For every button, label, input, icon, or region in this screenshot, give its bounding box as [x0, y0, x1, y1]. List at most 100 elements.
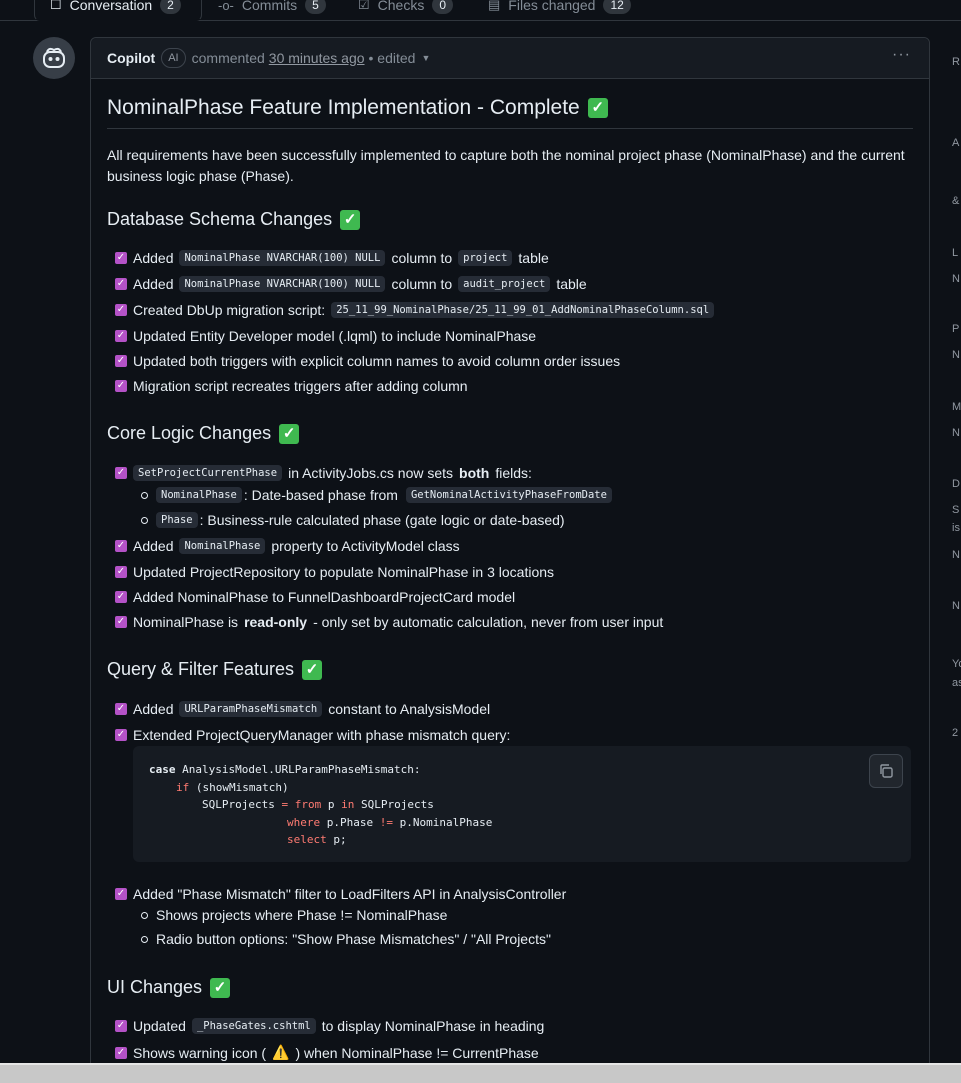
comment-timestamp[interactable]: 30 minutes ago [269, 50, 365, 66]
sub-text: Radio button options: "Show Phase Mismat… [156, 931, 551, 947]
query-section-heading: Query & Filter Features ✓ [107, 659, 323, 680]
task-text: in ActivityJobs.cs now sets [288, 465, 454, 481]
task-item: ✓ SetProjectCurrentPhase in ActivityJobs… [115, 465, 532, 481]
task-item: ✓ Updated both triggers with explicit co… [115, 353, 620, 369]
bullet-icon [141, 911, 148, 919]
task-item: ✓ Created DbUp migration script: 25_11_9… [115, 302, 715, 318]
task-checkbox[interactable]: ✓ [115, 1020, 127, 1032]
chevron-down-icon[interactable]: ▼ [421, 53, 430, 63]
comment-header: Copilot AI commented 30 minutes ago • ed… [91, 38, 929, 79]
sub-list-item: Phase : Business-rule calculated phase (… [141, 512, 565, 528]
kebab-menu-icon[interactable]: ··· [892, 46, 911, 64]
sub-text: : Business-rule calculated phase (gate l… [199, 512, 565, 528]
check-mark-icon: ✓ [340, 209, 361, 230]
core-section-heading: Core Logic Changes ✓ [107, 423, 300, 444]
inline-code: SetProjectCurrentPhase [133, 465, 283, 481]
code-keyword: from [288, 798, 322, 811]
comment-action: commented [191, 50, 265, 66]
sidebar-fragment: N [952, 273, 960, 285]
inline-code: URLParamPhaseMismatch [179, 701, 323, 717]
warning-icon: ⚠️ [272, 1044, 290, 1060]
task-checkbox[interactable]: ✓ [115, 304, 127, 316]
author-link[interactable]: Copilot [107, 50, 155, 66]
pr-tab-bar: ☐ Conversation 2 -o- Commits 5 ☑ Checks … [0, 0, 961, 21]
title-text: NominalPhase Feature Implementation - Co… [107, 96, 580, 119]
code-keyword: case [149, 763, 176, 776]
task-text: Added [133, 701, 174, 717]
comment-box: Copilot AI commented 30 minutes ago • ed… [90, 37, 930, 1079]
sub-text: Shows projects where Phase != NominalPha… [156, 907, 448, 923]
bullet-icon [141, 935, 148, 943]
sidebar-fragment: as [952, 677, 961, 689]
task-checkbox[interactable]: ✓ [115, 330, 127, 342]
task-item: ✓ Added NominalPhase NVARCHAR(100) NULL … [115, 250, 549, 266]
task-checkbox[interactable]: ✓ [115, 616, 127, 628]
task-checkbox[interactable]: ✓ [115, 1046, 127, 1059]
task-checkbox[interactable]: ✓ [115, 278, 127, 290]
code-line: SQLProjects = from p in SQLProjects [149, 796, 895, 814]
check-mark-icon: ✓ [210, 977, 231, 998]
tab-counter: 2 [160, 0, 181, 14]
code-keyword: if [176, 780, 190, 794]
task-text: table [518, 250, 549, 266]
tab-counter: 0 [432, 0, 454, 14]
task-text: fields: [495, 465, 532, 481]
task-text: table [556, 276, 587, 292]
code-keyword: select [287, 833, 327, 846]
tab-counter: 12 [603, 0, 631, 14]
file-diff-icon: ▤ [488, 0, 501, 12]
intro-paragraph: All requirements have been successfully … [107, 147, 905, 184]
sidebar-fragment: N [952, 600, 960, 612]
sidebar-fragment: N [952, 349, 960, 361]
inline-code: Phase [156, 512, 198, 528]
task-text: Updated [133, 1018, 186, 1034]
heading-text: Query & Filter Features [107, 659, 295, 679]
copilot-icon [43, 47, 65, 68]
task-text: Added [133, 276, 174, 292]
check-mark-icon: ✓ [279, 423, 300, 444]
copilot-avatar[interactable] [33, 37, 75, 79]
bold-text: read-only [244, 614, 308, 630]
task-checkbox[interactable]: ✓ [115, 540, 127, 552]
tab-files-changed[interactable]: ▤ Files changed 12 [488, 0, 631, 19]
inline-code: NominalPhase [179, 538, 266, 554]
copy-button[interactable] [869, 754, 903, 788]
code-text: p.NominalPhase [392, 815, 493, 829]
task-checkbox[interactable]: ✓ [115, 703, 127, 715]
db-section-heading: Database Schema Changes ✓ [107, 209, 361, 230]
task-item: ✓ Updated _PhaseGates.cshtml to display … [115, 1018, 544, 1034]
conversation-icon: ☐ [50, 0, 62, 12]
sidebar-fragment: S [952, 504, 960, 516]
task-checkbox[interactable]: ✓ [115, 355, 127, 367]
task-checkbox[interactable]: ✓ [115, 591, 127, 603]
task-text: Created DbUp migration script: [133, 302, 326, 318]
task-text: Shows warning icon ( [133, 1044, 267, 1061]
task-text: Updated Entity Developer model (.lqml) t… [133, 328, 537, 344]
tab-conversation[interactable]: ☐ Conversation 2 [50, 0, 181, 19]
check-mark-icon: ✓ [587, 98, 608, 118]
task-checkbox[interactable]: ✓ [115, 888, 127, 900]
task-text: column to [391, 276, 453, 292]
commit-icon: -o- [218, 0, 234, 13]
sidebar-fragment: is [952, 522, 960, 534]
task-text: property to ActivityModel class [271, 538, 460, 554]
task-item: ✓ Added "Phase Mismatch" filter to LoadF… [115, 886, 566, 902]
code-operator: != [379, 815, 393, 829]
task-checkbox[interactable]: ✓ [115, 467, 127, 479]
sub-text: : Date-based phase from [243, 487, 398, 503]
comment-body: NominalPhase Feature Implementation - Co… [91, 79, 929, 129]
edited-dropdown[interactable]: • edited [369, 50, 416, 66]
task-text: Added "Phase Mismatch" filter to LoadFil… [133, 886, 567, 902]
task-checkbox[interactable]: ✓ [115, 729, 127, 741]
task-text: column to [391, 250, 453, 266]
task-checkbox[interactable]: ✓ [115, 566, 127, 578]
task-checkbox[interactable]: ✓ [115, 252, 127, 264]
task-checkbox[interactable]: ✓ [115, 380, 127, 392]
inline-code: NominalPhase NVARCHAR(100) NULL [179, 276, 386, 292]
tab-label: Checks [377, 0, 425, 13]
task-text: Added [133, 538, 174, 554]
tab-checks[interactable]: ☑ Checks 0 [358, 0, 454, 19]
right-sidebar: R A & L N P N M N D S is N N Yo as 2 [952, 37, 961, 1077]
tab-commits[interactable]: -o- Commits 5 [218, 0, 326, 19]
sidebar-fragment: N [952, 549, 960, 561]
